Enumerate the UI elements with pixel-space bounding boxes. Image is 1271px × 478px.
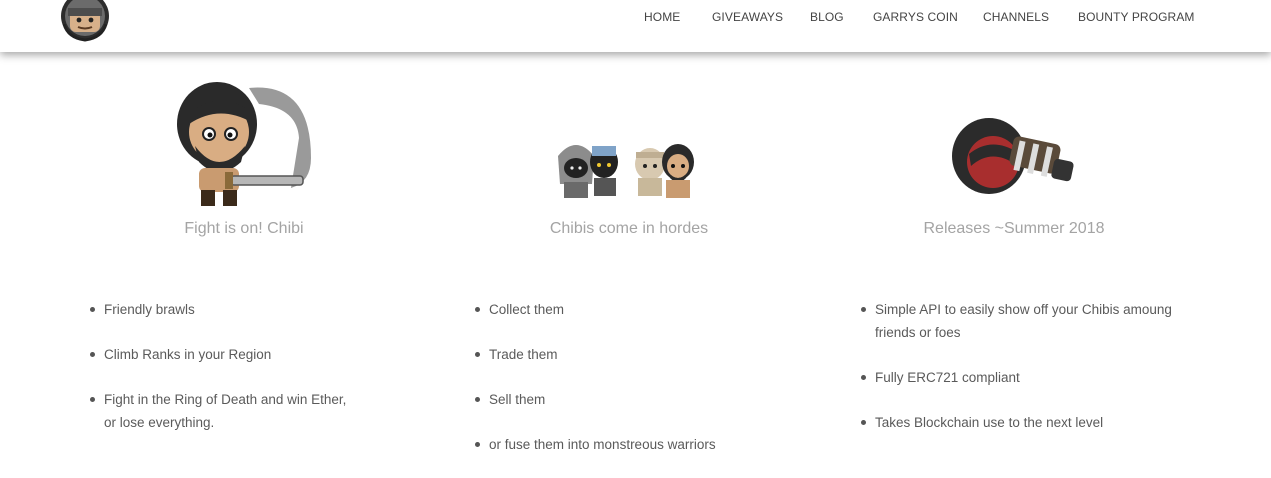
list-item: Sell them <box>475 388 775 411</box>
nav-home-link[interactable]: HOME <box>644 10 680 24</box>
list-item: Simple API to easily show off your Chibi… <box>861 298 1191 344</box>
feature-list-release: Simple API to easily show off your Chibi… <box>861 298 1191 456</box>
feature-title: Fight is on! Chibi <box>184 220 304 237</box>
list-item: Friendly brawls <box>90 298 360 321</box>
nav-giveaways-link[interactable]: GIVEAWAYS <box>712 10 783 24</box>
list-item: Fully ERC721 compliant <box>861 366 1191 389</box>
chibi-ninja-icon <box>952 118 1074 194</box>
chibi-group-icon <box>558 144 694 198</box>
feature-fight: Fight is on! Chibi <box>99 74 389 244</box>
list-item: Takes Blockchain use to the next level <box>861 411 1191 434</box>
feature-list-hordes: Collect them Trade them Sell them or fus… <box>475 298 775 478</box>
feature-release: Releases ~Summer 2018 <box>869 74 1159 244</box>
feature-hordes: Chibis come in hordes <box>484 74 774 244</box>
nav-blog-link[interactable]: BLOG <box>810 10 844 24</box>
site-logo[interactable] <box>58 0 112 44</box>
list-item: Climb Ranks in your Region <box>90 343 360 366</box>
top-navbar: HOME GIVEAWAYS BLOG GARRYS COIN CHANNELS… <box>0 0 1271 52</box>
nav-garrys-coin-link[interactable]: GARRYS COIN <box>873 10 958 24</box>
nav-bounty-program-link[interactable]: BOUNTY PROGRAM <box>1078 10 1195 24</box>
list-item: Trade them <box>475 343 775 366</box>
nav-channels-link[interactable]: CHANNELS <box>983 10 1049 24</box>
list-item: Collect them <box>475 298 775 321</box>
list-item: Fight in the Ring of Death and win Ether… <box>90 388 360 434</box>
feature-list-fight: Friendly brawls Climb Ranks in your Regi… <box>90 298 360 456</box>
list-item: or fuse them into monstreous warriors <box>475 433 775 456</box>
chibi-warrior-sword-icon <box>177 82 311 206</box>
feature-title: Chibis come in hordes <box>549 220 709 237</box>
feature-title: Releases ~Summer 2018 <box>923 220 1105 237</box>
knight-helmet-logo-icon <box>61 0 109 42</box>
